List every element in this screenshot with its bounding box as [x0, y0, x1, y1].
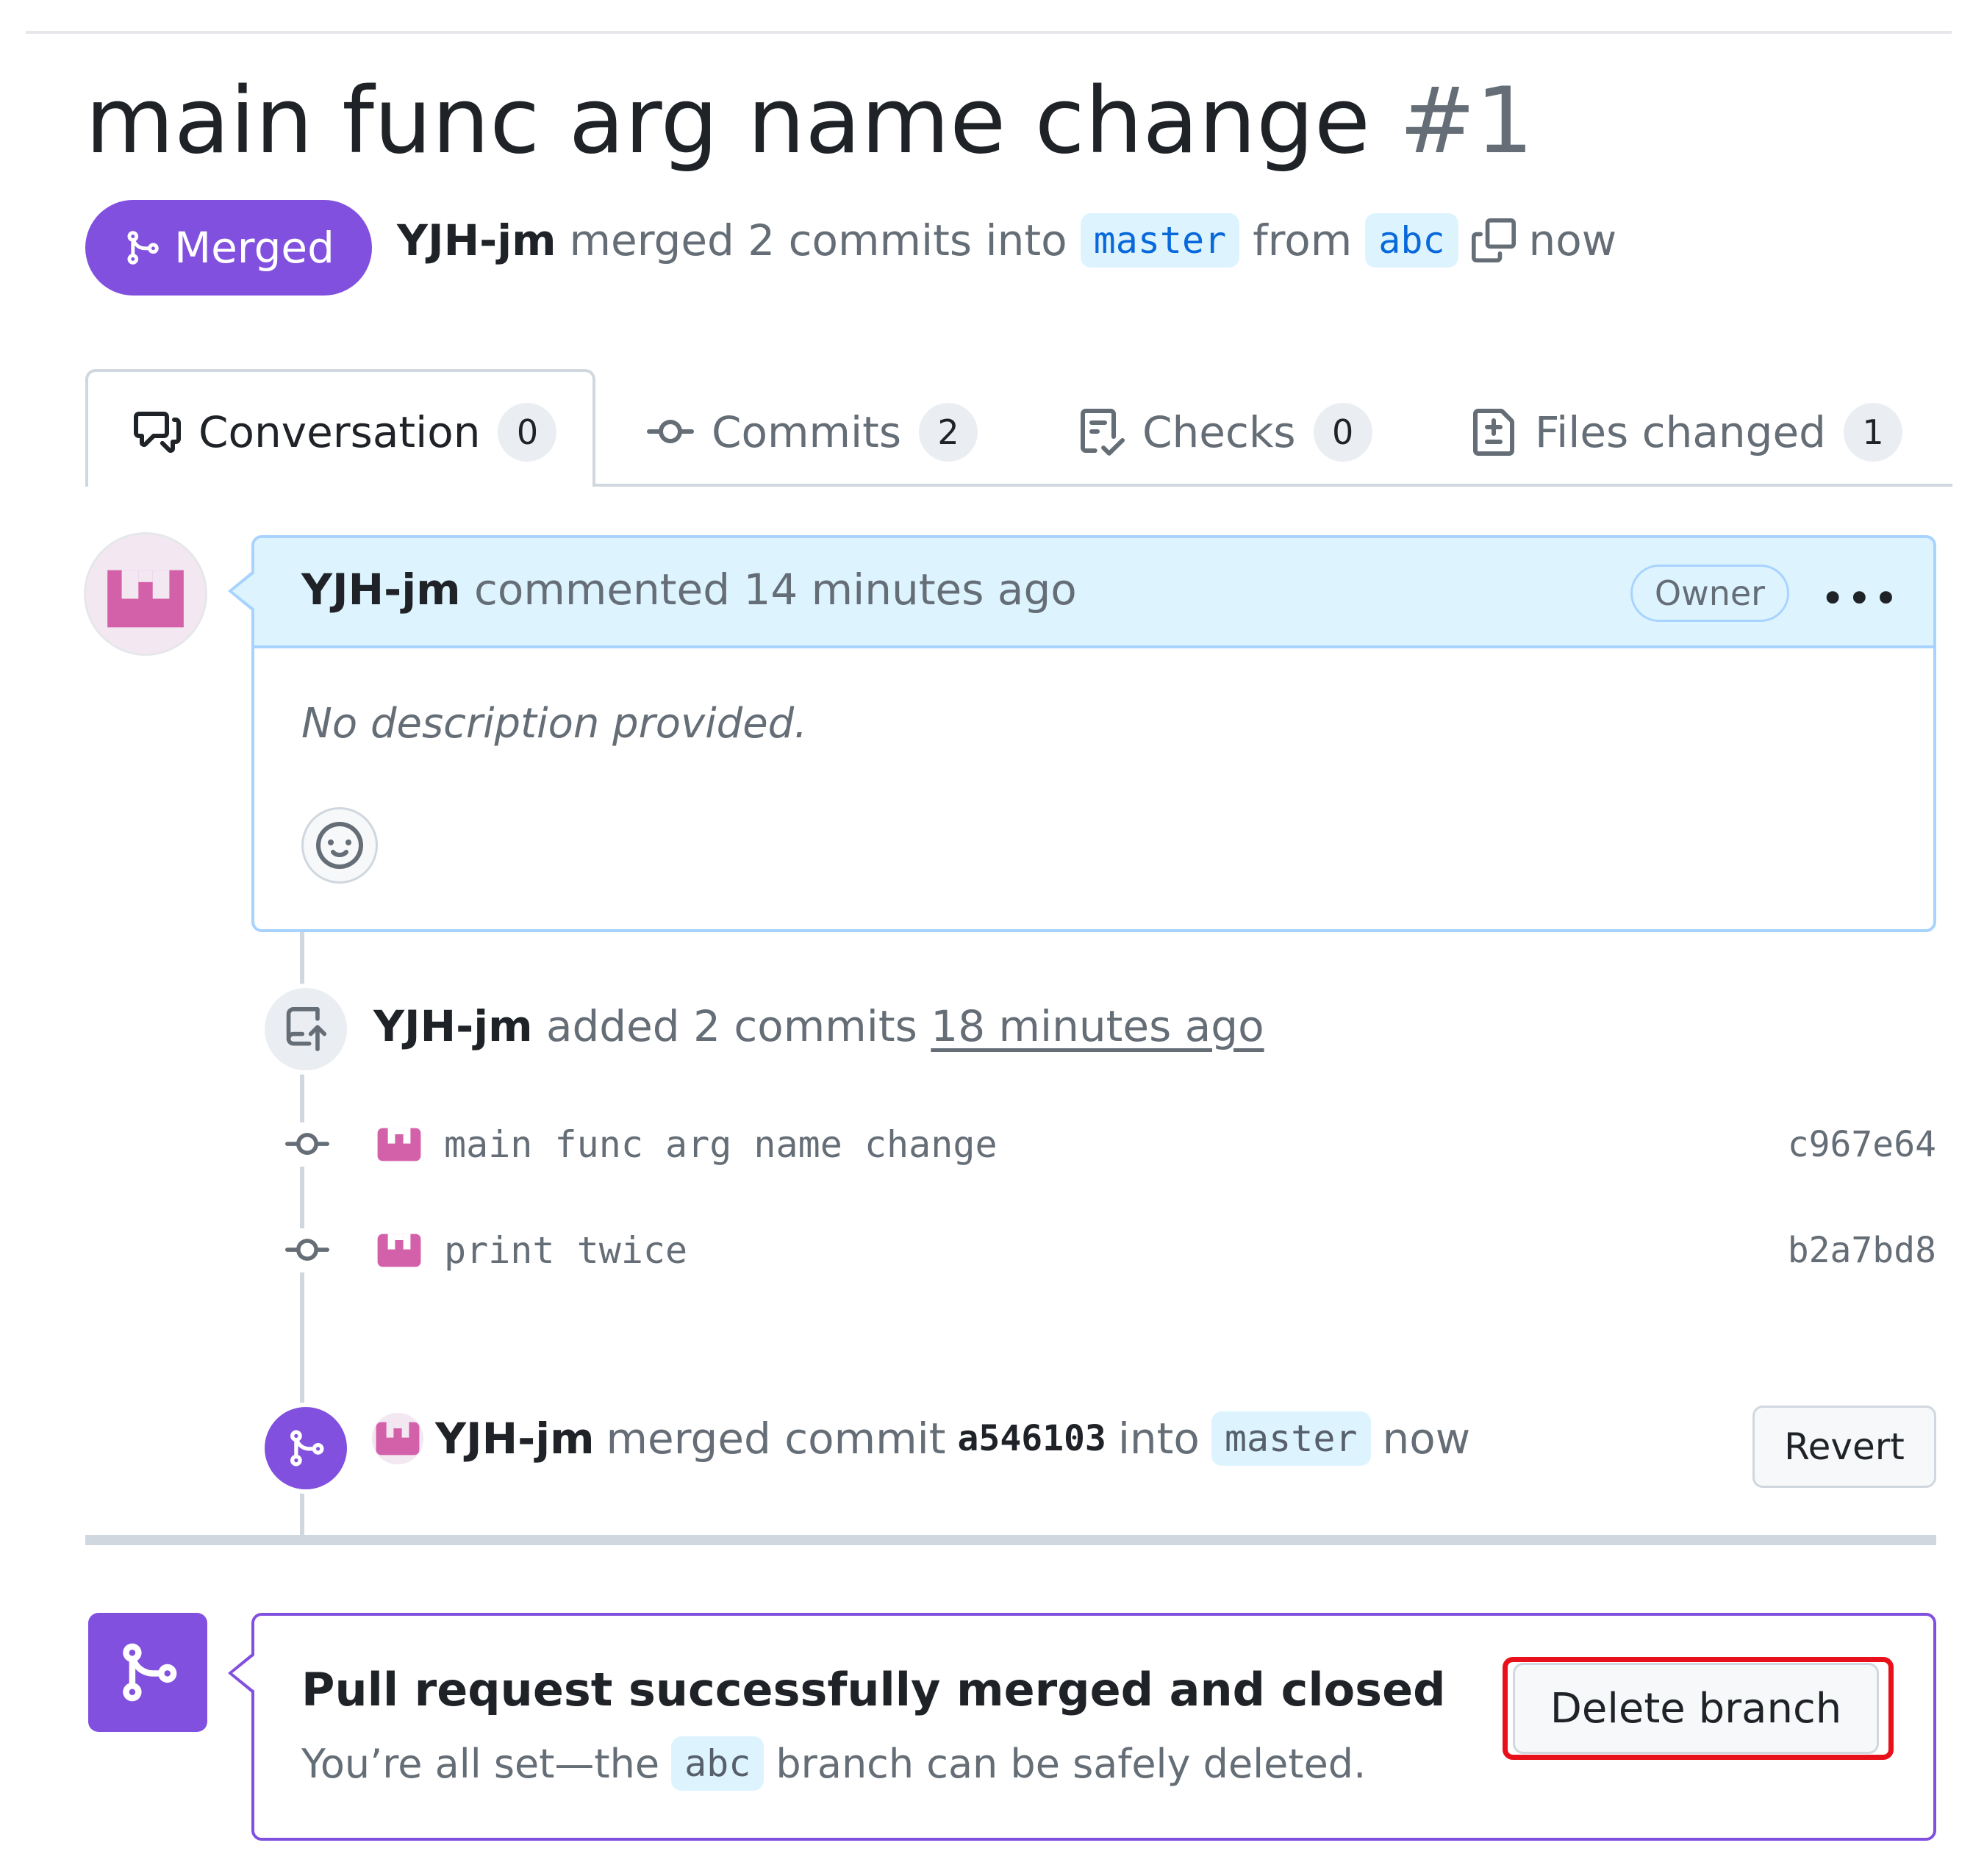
- timeline-divider: [85, 1535, 1936, 1545]
- meta-from: from: [1253, 215, 1353, 265]
- merge-status-sub-before: You’re all set—the: [301, 1740, 660, 1787]
- add-reaction-button[interactable]: [301, 807, 378, 884]
- merge-author-avatar[interactable]: [372, 1413, 423, 1464]
- comment-body: No description provided.: [301, 700, 807, 748]
- push-action: added 2 commits: [545, 1001, 917, 1051]
- owner-badge: Owner: [1630, 565, 1789, 622]
- smiley-icon: [316, 822, 363, 869]
- push-event-badge: [260, 984, 351, 1075]
- pr-meta: YJH-jm merged 2 commits into master from…: [397, 213, 1616, 268]
- commit-row: print twice b2a7bd8: [272, 1217, 1936, 1284]
- pr-author-link[interactable]: YJH-jm: [397, 215, 556, 265]
- meta-action: merged 2 commits into: [569, 215, 1067, 265]
- commit-author-avatar[interactable]: [373, 1225, 425, 1276]
- merge-status-sub-after: branch can be safely deleted.: [776, 1740, 1367, 1787]
- comment-header-text: YJH-jm commented 14 minutes ago: [301, 565, 1077, 615]
- git-merge-icon: [290, 1430, 324, 1467]
- base-branch-label[interactable]: master: [1080, 213, 1240, 268]
- git-merge-icon: [127, 231, 159, 265]
- commit-message-link[interactable]: print twice: [444, 1229, 687, 1272]
- pr-title: main func arg name change: [85, 68, 1370, 174]
- tab-conversation-count: 0: [498, 403, 557, 462]
- merged-label: Merged: [174, 223, 334, 273]
- tab-files-changed-count: 1: [1843, 403, 1902, 462]
- file-diff-icon: [1473, 409, 1514, 456]
- comment-action: commented 14 minutes ago: [473, 565, 1077, 615]
- tab-files-changed[interactable]: Files changed 1: [1470, 397, 1902, 468]
- git-merge-icon: [123, 1643, 177, 1702]
- push-author[interactable]: YJH-jm: [373, 1001, 533, 1051]
- merge-event-text: YJH-jm merged commit a546103 into master…: [372, 1411, 1470, 1466]
- tab-conversation-label: Conversation: [198, 407, 481, 457]
- push-event-text: YJH-jm added 2 commits 18 minutes ago: [373, 1001, 1264, 1051]
- merge-status-subtitle: You’re all set—the abc branch can be saf…: [301, 1736, 1366, 1791]
- merge-target-branch[interactable]: master: [1211, 1411, 1371, 1466]
- merged-status-icon: [88, 1613, 207, 1732]
- revert-button[interactable]: Revert: [1752, 1406, 1936, 1488]
- pr-number: #1: [1399, 68, 1534, 174]
- git-commit-icon: [647, 420, 694, 443]
- commit-message-link[interactable]: main func arg name change: [444, 1123, 998, 1166]
- head-branch-label[interactable]: abc: [1365, 213, 1458, 268]
- author-avatar[interactable]: [84, 532, 207, 656]
- merge-status-branch[interactable]: abc: [671, 1736, 765, 1791]
- tab-commits-count: 2: [919, 403, 978, 462]
- tab-files-changed-label: Files changed: [1535, 407, 1826, 457]
- repo-push-icon: [286, 1007, 327, 1051]
- git-commit-icon: [285, 1239, 329, 1261]
- tab-commits-label: Commits: [712, 407, 902, 457]
- merged-state-badge: Merged: [85, 200, 372, 296]
- commit-row: main func arg name change c967e64: [272, 1111, 1936, 1178]
- tab-conversation[interactable]: Conversation 0: [134, 397, 557, 468]
- tab-checks-label: Checks: [1142, 407, 1296, 457]
- commit-author-avatar[interactable]: [373, 1119, 425, 1170]
- merge-time: now: [1382, 1414, 1471, 1464]
- checklist-icon: [1081, 409, 1125, 456]
- merge-status-title: Pull request successfully merged and clo…: [301, 1663, 1446, 1716]
- tab-commits[interactable]: Commits 2: [647, 397, 978, 468]
- identicon-avatar: [86, 534, 205, 654]
- tab-checks[interactable]: Checks 0: [1078, 397, 1372, 468]
- delete-branch-highlight: [1503, 1657, 1894, 1760]
- top-divider: [26, 31, 1952, 34]
- page-title: main func arg name change #1: [85, 66, 1533, 176]
- commit-sha-link[interactable]: c967e64: [1788, 1124, 1936, 1165]
- merge-event-badge: [260, 1403, 351, 1494]
- commit-dot: [272, 1228, 343, 1272]
- push-time-link[interactable]: 18 minutes ago: [931, 1001, 1264, 1051]
- merge-action: merged commit: [606, 1414, 946, 1464]
- comment-discussion-icon: [134, 412, 181, 453]
- tab-checks-count: 0: [1313, 403, 1372, 462]
- comment-author[interactable]: YJH-jm: [301, 565, 461, 615]
- copy-icon[interactable]: [1471, 218, 1516, 262]
- commit-dot: [272, 1123, 343, 1167]
- meta-time: now: [1528, 215, 1617, 265]
- merge-into: into: [1117, 1414, 1200, 1464]
- kebab-menu-icon[interactable]: •••: [1820, 573, 1900, 623]
- git-commit-icon: [285, 1133, 329, 1156]
- commit-sha-link[interactable]: b2a7bd8: [1788, 1230, 1936, 1271]
- merge-author[interactable]: YJH-jm: [435, 1414, 595, 1464]
- merge-commit-sha-link[interactable]: a546103: [958, 1418, 1106, 1459]
- comment-caret-fill: [232, 573, 254, 609]
- merge-box-caret-fill: [232, 1655, 254, 1691]
